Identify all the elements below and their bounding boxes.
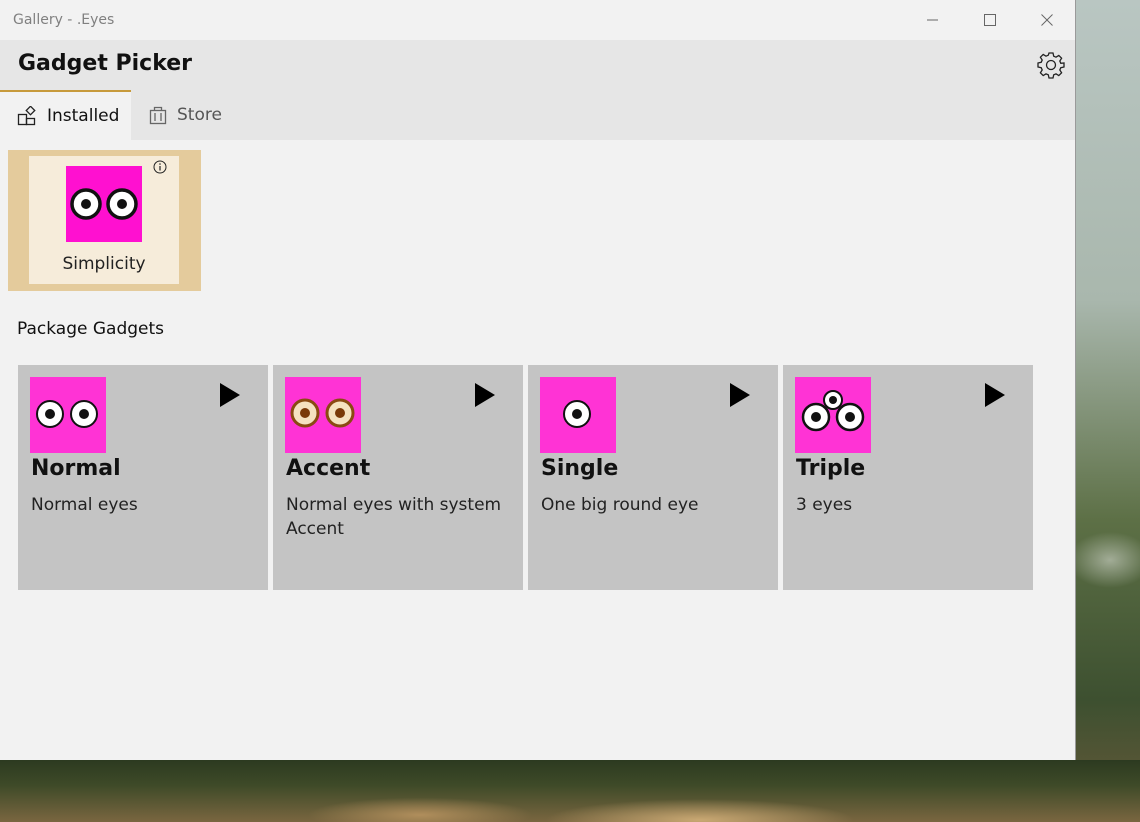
app-header: Gadget Picker xyxy=(0,40,1075,90)
gadget-description: One big round eye xyxy=(541,495,699,515)
info-icon[interactable] xyxy=(153,160,167,174)
store-bag-icon xyxy=(149,105,167,125)
maximize-icon xyxy=(983,14,996,26)
package-gadgets-heading: Package Gadgets xyxy=(17,319,165,339)
gadget-name: Single xyxy=(541,456,619,481)
settings-button[interactable] xyxy=(1037,51,1065,79)
maximize-button[interactable] xyxy=(961,0,1018,40)
play-icon[interactable] xyxy=(983,381,1007,409)
play-icon[interactable] xyxy=(728,381,752,409)
page-title: Gadget Picker xyxy=(18,51,193,76)
gadget-description: Normal eyes with system Accent xyxy=(286,495,502,539)
gadget-card-triple[interactable]: Triple 3 eyes xyxy=(783,365,1033,590)
minimize-button[interactable] xyxy=(904,0,961,40)
gadget-name: Accent xyxy=(286,456,371,481)
gadget-name: Normal xyxy=(31,456,121,481)
tab-store-label: Store xyxy=(177,105,222,125)
gadget-card-normal[interactable]: Normal Normal eyes xyxy=(18,365,268,590)
gadget-card-single[interactable]: Single One big round eye xyxy=(528,365,778,590)
window-title: Gallery - .Eyes xyxy=(13,12,115,28)
two-eyes-icon xyxy=(30,377,106,453)
play-icon[interactable] xyxy=(218,381,242,409)
tab-installed[interactable]: Installed xyxy=(0,90,131,140)
gadget-card-accent[interactable]: Accent Normal eyes with system Accent xyxy=(273,365,523,590)
installed-icon xyxy=(17,106,37,126)
app-window: Gallery - .Eyes Gadget Picker Installed … xyxy=(0,0,1075,760)
close-button[interactable] xyxy=(1018,0,1075,40)
desktop-wallpaper-ground xyxy=(0,760,1140,822)
single-eye-icon xyxy=(540,377,616,453)
title-bar: Gallery - .Eyes xyxy=(0,0,1075,40)
tab-bar: Installed Store xyxy=(0,90,1075,140)
gear-icon xyxy=(1037,52,1065,79)
gadget-description: 3 eyes xyxy=(796,495,853,515)
installed-gadget-label: Simplicity xyxy=(62,254,146,274)
minimize-icon xyxy=(926,19,938,21)
tab-installed-label: Installed xyxy=(47,106,120,126)
two-eyes-icon xyxy=(66,166,142,242)
gadget-name: Triple xyxy=(796,456,866,481)
installed-gadget-card[interactable]: Simplicity xyxy=(8,150,201,291)
play-icon[interactable] xyxy=(473,381,497,409)
gadget-description: Normal eyes xyxy=(31,495,138,515)
triple-eyes-icon xyxy=(795,377,871,453)
accent-eyes-icon xyxy=(285,377,361,453)
close-icon xyxy=(1040,14,1053,26)
tab-store[interactable]: Store xyxy=(131,90,251,140)
installed-gadget-inner: Simplicity xyxy=(29,156,179,284)
